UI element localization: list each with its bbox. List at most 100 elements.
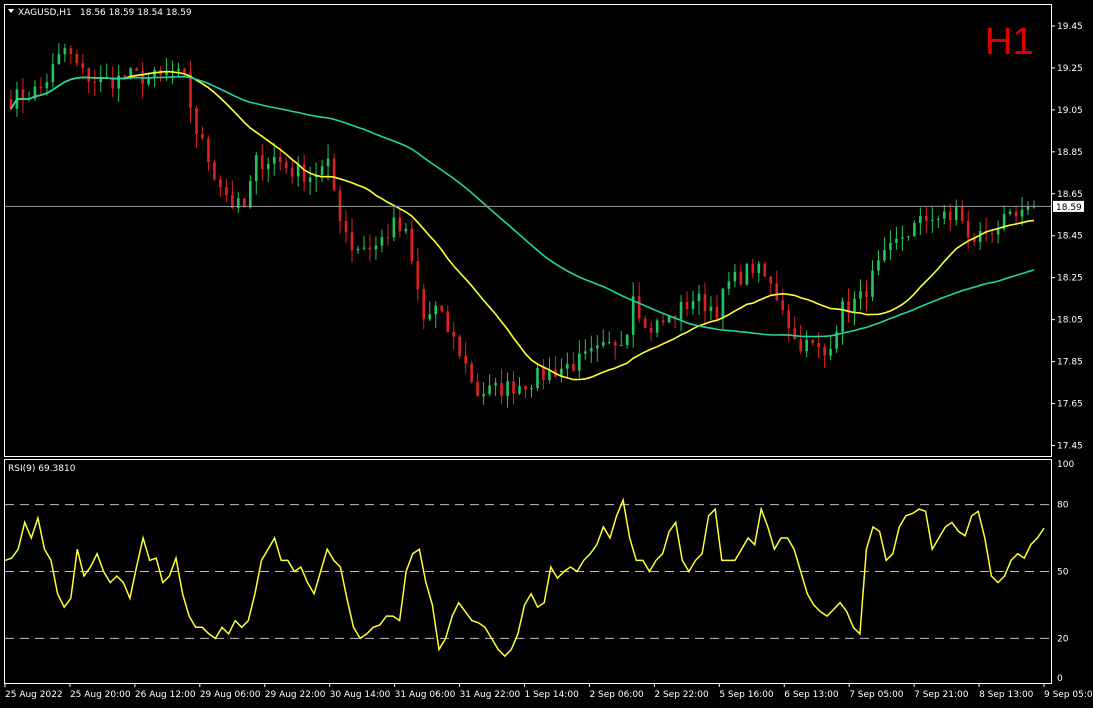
candle-body: [787, 310, 791, 329]
price-tick-label: 19.25: [1057, 64, 1083, 74]
candle-body: [368, 247, 372, 250]
candle-body: [506, 381, 509, 397]
time-tick-label: 8 Sep 13:00: [979, 690, 1034, 700]
candle-body: [21, 89, 25, 100]
candle-body: [99, 78, 103, 83]
candle-body: [757, 263, 761, 274]
candle-body: [201, 133, 204, 139]
candle-body: [793, 328, 797, 340]
candle-body: [649, 327, 653, 333]
candle-body: [942, 211, 946, 219]
candle-body: [207, 138, 210, 162]
price-tick-label: 18.45: [1057, 232, 1083, 242]
candle-body: [715, 306, 719, 319]
candle-body: [302, 164, 306, 182]
candle-body: [69, 48, 73, 54]
candle-body: [290, 168, 294, 177]
candle-body: [775, 283, 779, 301]
candle-body: [697, 293, 701, 302]
candle-body: [524, 385, 527, 390]
rsi-axis: 0 20 50 80 100: [5, 460, 1074, 684]
candle-body: [416, 261, 420, 290]
candle-body: [584, 351, 587, 354]
candle-body: [1020, 209, 1024, 217]
candle-body: [859, 291, 862, 299]
candle-body: [643, 318, 647, 328]
candle-body: [482, 394, 485, 397]
candle-body: [470, 363, 473, 382]
timeframe-badge: H1: [985, 21, 1034, 63]
candle-body: [829, 348, 832, 356]
candle-body: [332, 158, 336, 191]
candle-body: [679, 301, 683, 320]
time-tick-label: 5 Sep 16:00: [719, 690, 774, 700]
price-tick-label: 18.65: [1057, 190, 1083, 200]
candle-body: [799, 339, 802, 352]
candle-body: [661, 320, 665, 323]
trading-chart[interactable]: 17.45 17.65 17.85 18.05 18.25 18.45 18.65 18.85…: [0, 0, 1093, 708]
candle-body: [925, 215, 928, 221]
candle-body: [93, 81, 97, 83]
candle-body: [721, 288, 725, 319]
last-price-marker: 18.59: [5, 200, 1084, 213]
candle-body: [512, 381, 515, 394]
candle-body: [601, 342, 605, 346]
candle-body: [434, 305, 438, 315]
candle-body: [75, 53, 79, 64]
candle-body: [326, 158, 330, 167]
price-axis: 17.45 17.65 17.85 18.05 18.25 18.45 18.65 18.85…: [1051, 22, 1083, 452]
time-tick-label: 29 Aug 22:00: [265, 690, 326, 700]
candle-body: [254, 155, 258, 182]
candle-body: [380, 237, 384, 246]
candle-body: [919, 215, 922, 224]
candle-body: [1008, 211, 1012, 214]
candle-body: [446, 311, 450, 333]
candle-body: [745, 263, 749, 285]
candle-body: [727, 281, 731, 289]
candle-body: [966, 220, 970, 238]
candle-body: [45, 82, 49, 89]
candle-body: [225, 187, 228, 196]
candle-body: [452, 332, 456, 337]
candle-body: [308, 177, 312, 182]
time-tick-label: 2 Sep 06:00: [589, 690, 644, 700]
symbol-dropdown-icon[interactable]: [8, 9, 14, 13]
candle-body: [177, 68, 180, 71]
candle-body: [63, 48, 67, 55]
candle-body: [536, 367, 539, 388]
candle-body: [733, 271, 737, 282]
candle-body: [165, 72, 168, 75]
candle-body: [625, 334, 629, 345]
candle-body: [266, 163, 270, 170]
candle-body: [374, 245, 378, 250]
candle-body: [213, 161, 216, 180]
time-tick-label: 31 Aug 06:00: [395, 690, 456, 700]
candle-body: [51, 64, 55, 83]
candle-body: [990, 233, 994, 235]
candle-body: [883, 250, 886, 261]
candle-body: [619, 344, 623, 346]
candle-body: [284, 162, 288, 169]
candle-body: [805, 339, 808, 352]
candle-body: [350, 232, 354, 251]
candle-body: [853, 298, 856, 313]
candle-body: [901, 237, 904, 239]
candle-body: [960, 207, 964, 221]
rsi-tick-label: 50: [1057, 568, 1069, 578]
candle-body: [589, 348, 593, 352]
time-tick-label: 7 Sep 05:00: [849, 690, 904, 700]
candle-body: [392, 217, 396, 238]
candle-body: [823, 347, 826, 356]
candle-body: [781, 300, 785, 311]
candle-body: [195, 108, 198, 134]
candle-body: [871, 270, 874, 297]
moving-average-lines: [10, 70, 1035, 381]
candle-body: [739, 271, 743, 285]
rsi-label: RSI(9) 69.3810: [8, 464, 76, 474]
time-tick-label: 2 Sep 22:00: [654, 690, 709, 700]
candle-body: [530, 387, 533, 390]
candle-body: [219, 179, 222, 188]
rsi-tick-label: 20: [1057, 634, 1069, 644]
time-tick-label: 6 Sep 13:00: [784, 690, 839, 700]
candle-body: [877, 260, 880, 271]
